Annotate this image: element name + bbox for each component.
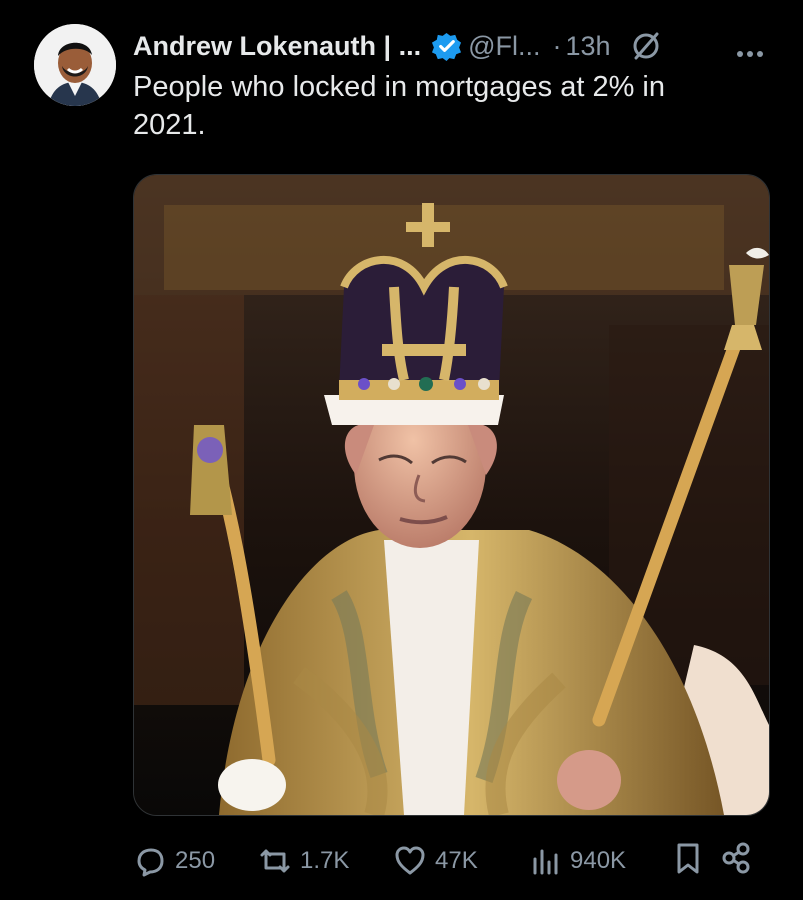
views-button[interactable]: 940K xyxy=(528,844,671,878)
author-avatar[interactable] xyxy=(34,24,116,106)
reply-icon xyxy=(137,848,164,877)
view-count: 940K xyxy=(570,847,627,874)
coronation-photo xyxy=(134,175,769,815)
like-button[interactable]: 47K xyxy=(393,844,528,878)
bookmark-icon xyxy=(677,843,699,873)
author-name[interactable]: Andrew Lokenauth | ... xyxy=(133,31,421,62)
repost-icon xyxy=(260,849,290,873)
like-count: 47K xyxy=(435,847,478,874)
tweet-header: Andrew Lokenauth | ... @Fl... · 13h xyxy=(133,25,773,67)
tweet-text: People who locked in mortgages at 2% in … xyxy=(133,71,665,141)
views-icon xyxy=(533,849,558,875)
like-icon xyxy=(395,846,425,875)
separator-dot: · xyxy=(552,30,562,61)
grok-icon[interactable] xyxy=(629,29,663,63)
share-button[interactable] xyxy=(719,841,753,882)
verified-icon xyxy=(431,31,462,62)
more-icon[interactable] xyxy=(735,35,765,57)
share-icon xyxy=(722,842,750,873)
reply-button[interactable]: 250 xyxy=(133,844,258,878)
author-handle[interactable]: @Fl... xyxy=(468,31,540,62)
reply-count: 250 xyxy=(175,847,216,874)
avatar-image xyxy=(34,24,116,106)
post-time[interactable]: 13h xyxy=(565,31,610,62)
tweet-image[interactable] xyxy=(133,174,770,816)
bookmark-button[interactable] xyxy=(671,841,705,882)
repost-count: 1.7K xyxy=(300,847,350,874)
engagement-bar: 250 1.7K 47K 940K xyxy=(133,838,773,884)
repost-button[interactable]: 1.7K xyxy=(258,844,393,878)
